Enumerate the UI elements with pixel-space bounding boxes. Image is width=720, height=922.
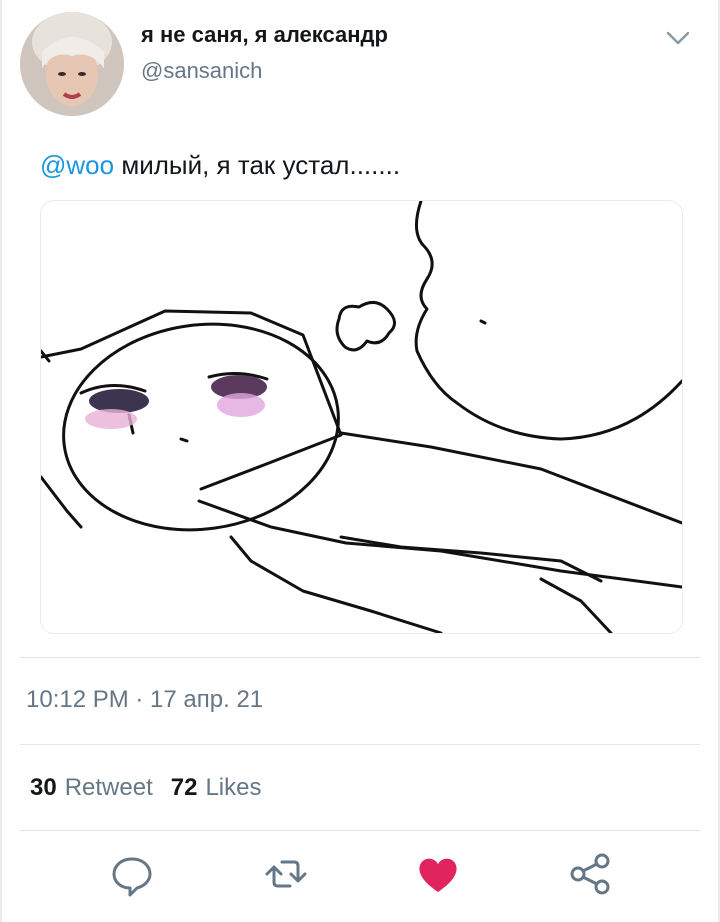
tweet-text: @woo милый, я так устал.......	[40, 150, 400, 181]
chevron-down-icon[interactable]	[662, 22, 694, 54]
left-border	[0, 0, 2, 922]
timestamp[interactable]: 10:12 PM · 17 апр. 21	[26, 686, 263, 714]
user-handle[interactable]: @sansanich	[141, 58, 262, 84]
retweet-icon[interactable]	[260, 848, 312, 900]
action-bar	[0, 848, 720, 912]
mention-link[interactable]: @woo	[40, 150, 114, 180]
likes-stat[interactable]: 72 Likes	[171, 774, 262, 802]
reply-bubble-icon[interactable]	[106, 848, 158, 900]
likes-label: Likes	[205, 774, 262, 801]
heart-icon[interactable]	[412, 848, 464, 900]
divider	[20, 830, 700, 831]
retweets-stat[interactable]: 30 Retweet	[30, 774, 153, 802]
display-name[interactable]: я не саня, я александр	[141, 22, 388, 48]
retweets-label: Retweet	[64, 774, 153, 801]
retweets-count: 30	[30, 774, 57, 801]
divider	[20, 657, 700, 658]
tweet-image[interactable]	[40, 200, 683, 634]
avatar[interactable]	[20, 12, 124, 116]
share-icon[interactable]	[564, 848, 616, 900]
engagement-stats: 30 Retweet 72 Likes	[30, 774, 279, 802]
divider	[20, 744, 700, 745]
likes-count: 72	[170, 774, 198, 801]
tweet-body: милый, я так устал.......	[114, 150, 401, 180]
